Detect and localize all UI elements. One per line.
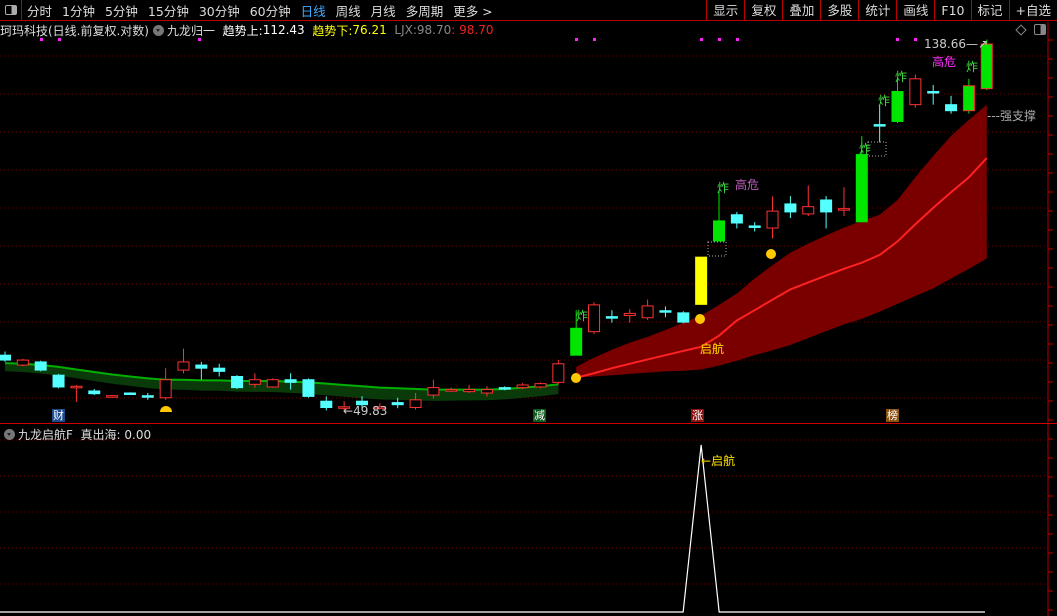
candle — [88, 390, 101, 395]
signal-dot — [896, 38, 899, 41]
candle — [213, 367, 226, 372]
signal-dot — [736, 38, 739, 41]
dotted-box — [707, 241, 727, 257]
boom-label: 炸 — [859, 142, 872, 156]
launch-dot — [571, 373, 581, 383]
candle — [159, 379, 172, 399]
boom-label: 炸 — [966, 60, 979, 74]
candle — [641, 305, 654, 319]
candle — [962, 85, 975, 112]
candle — [123, 392, 136, 396]
candle — [713, 220, 725, 242]
candle — [588, 304, 601, 333]
candle — [605, 316, 618, 319]
candle — [837, 208, 850, 211]
launch-dot — [695, 314, 705, 324]
candle — [909, 78, 922, 106]
marker-zhang: 涨 — [691, 409, 704, 422]
panel-toggle-icon[interactable] — [1034, 24, 1046, 35]
candle — [516, 384, 529, 389]
candle — [463, 389, 476, 393]
half-dot-marker — [160, 406, 172, 412]
candle — [570, 327, 583, 356]
candle — [391, 402, 404, 406]
candle — [320, 400, 333, 409]
candle — [427, 387, 440, 396]
danger-label-1: 高危 — [735, 178, 760, 192]
candle — [52, 374, 65, 388]
signal-dot — [198, 38, 201, 41]
marker-jian: 减 — [533, 409, 546, 422]
candle — [730, 214, 743, 224]
candle — [784, 203, 797, 213]
candle — [659, 310, 672, 313]
support-label: ---强支撑 — [987, 109, 1037, 123]
candle — [891, 90, 904, 122]
candle — [534, 383, 547, 388]
candle — [927, 90, 940, 94]
candle — [695, 256, 708, 305]
candle — [231, 375, 244, 389]
panel-divider[interactable] — [0, 423, 1057, 424]
boom-label: 炸 — [895, 70, 908, 84]
sub-value: 0.00 — [124, 427, 152, 442]
candle — [248, 379, 261, 385]
candle — [177, 361, 190, 371]
sub-launch-label: ←启航 — [701, 454, 736, 468]
signal-dot — [700, 38, 703, 41]
candle — [141, 395, 154, 398]
candle — [855, 154, 868, 223]
red-band — [576, 104, 987, 378]
candle — [70, 385, 83, 389]
boom-label: 炸 — [878, 94, 891, 108]
candle — [34, 361, 47, 371]
low-price-label: ←49.83 — [343, 404, 388, 418]
signal-dot — [40, 38, 43, 41]
candle — [766, 210, 779, 229]
sub-indicator-name[interactable]: 九龙启航F — [18, 426, 73, 443]
candle — [498, 387, 511, 390]
candle — [0, 354, 11, 361]
candle — [945, 104, 958, 112]
candle — [266, 379, 279, 388]
signal-dot — [593, 38, 596, 41]
candle — [106, 395, 119, 398]
candle — [480, 389, 493, 394]
sub-info-bar: 九龙启航F 真出海: 0.00 — [0, 426, 151, 443]
candle — [302, 379, 315, 397]
candle — [873, 124, 886, 127]
boom-label: 炸 — [717, 181, 730, 195]
launch-dot — [766, 249, 776, 259]
candle — [409, 399, 422, 409]
candle — [820, 199, 833, 213]
candle — [802, 206, 815, 215]
high-price-label: 138.66—↗ — [924, 37, 989, 51]
sub-value-label: 真出海: — [80, 428, 121, 442]
launch-label: 启航 — [700, 342, 725, 356]
candle — [677, 312, 690, 323]
candle — [284, 379, 297, 383]
danger-label-2: 高危 — [932, 55, 957, 69]
candle — [552, 363, 565, 383]
candle — [748, 225, 761, 228]
marker-cai: 财 — [52, 409, 65, 422]
signal-dot — [575, 38, 578, 41]
candle — [195, 364, 208, 369]
boom-label: 炸 — [576, 309, 589, 323]
signal-dot — [58, 38, 61, 41]
marker-bang: 榜 — [886, 409, 899, 422]
candle — [445, 389, 458, 392]
signal-dot — [914, 38, 917, 41]
candle — [623, 312, 636, 317]
kline-chart[interactable] — [0, 0, 1057, 616]
candle — [16, 359, 29, 366]
sub-indicator-line — [0, 444, 985, 613]
signal-dot — [718, 38, 721, 41]
sub-indicator-dropdown-icon[interactable] — [4, 429, 15, 440]
